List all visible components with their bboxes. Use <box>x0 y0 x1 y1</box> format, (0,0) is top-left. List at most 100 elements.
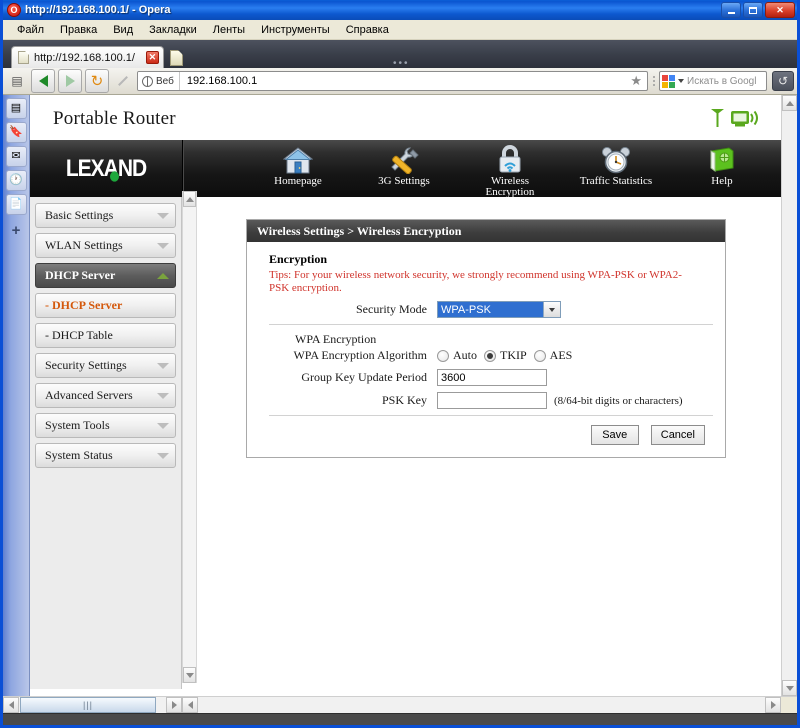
triangle-up-icon <box>185 196 194 202</box>
page-area: Portable Router LEXAND Homepage 3G Setti… <box>30 95 797 696</box>
panel-toggle-button[interactable]: ▤ <box>6 70 28 92</box>
page-reload-button[interactable]: ↺ <box>772 71 794 91</box>
sidebar-item-dhcp-table[interactable]: - DHCP Table <box>35 323 176 348</box>
menu-item-bookmarks[interactable]: Закладки <box>141 22 205 38</box>
radio-aes[interactable]: AES <box>533 348 572 363</box>
nav-item-traffic-statistics[interactable]: Traffic Statistics <box>579 145 653 187</box>
nav-label-traffic-statistics: Traffic Statistics <box>579 175 653 187</box>
sidebar-item-dhcp-server-group[interactable]: DHCP Server <box>35 263 176 288</box>
mail-icon[interactable]: ✉ <box>5 146 27 167</box>
brand-dot-icon <box>110 170 120 182</box>
nav-label-wireless-encryption: Wireless Encryption <box>485 175 535 198</box>
psk-key-input[interactable] <box>437 392 547 409</box>
sidebar-item-security-settings[interactable]: Security Settings <box>35 353 176 378</box>
opera-logo-icon: O <box>7 3 21 17</box>
sidebar-hscroll-right-button[interactable] <box>166 697 182 713</box>
minimize-icon <box>727 11 735 14</box>
security-mode-select[interactable]: WPA-PSK <box>437 301 561 318</box>
save-button[interactable]: Save <box>590 425 639 445</box>
sidebar-item-system-status[interactable]: System Status <box>35 443 176 468</box>
page-favicon-icon <box>18 51 29 64</box>
sidebar-label-advanced-servers: Advanced Servers <box>45 388 133 402</box>
menu-item-file[interactable]: Файл <box>9 22 52 38</box>
menu-item-feeds[interactable]: Ленты <box>205 22 253 38</box>
radio-auto[interactable]: Auto <box>437 348 477 363</box>
radio-tkip-icon[interactable] <box>484 349 496 362</box>
bookmark-star-icon[interactable]: ★ <box>630 73 647 89</box>
page-horizontal-scrollbar[interactable] <box>182 696 781 713</box>
router-status-icons <box>711 109 759 127</box>
triangle-down-icon <box>785 685 794 691</box>
search-input[interactable]: Искать в Googl <box>687 76 756 87</box>
sidebar-item-wlan-settings[interactable]: WLAN Settings <box>35 233 176 258</box>
close-button[interactable]: ✕ <box>765 2 795 18</box>
radio-auto-icon[interactable] <box>437 349 449 362</box>
encryption-form: Encryption Tips: For your wireless netwo… <box>247 242 725 457</box>
maximize-button[interactable] <box>743 2 763 18</box>
bookmarks-icon[interactable]: 🔖 <box>5 122 27 143</box>
page-viewport: Portable Router LEXAND Homepage 3G Setti… <box>30 95 781 696</box>
cancel-button[interactable]: Cancel <box>650 425 705 445</box>
page-scroll-up-button[interactable] <box>782 95 797 111</box>
notes-icon[interactable]: 📄 <box>5 194 27 215</box>
chevron-down-icon <box>157 422 169 429</box>
chevron-down-icon <box>157 242 169 249</box>
page-scroll-down-button[interactable] <box>782 680 797 696</box>
sidebar-hscroll-thumb[interactable]: ||| <box>20 697 156 713</box>
history-icon[interactable]: 🕐 <box>5 170 27 191</box>
psk-key-hint: (8/64-bit digits or characters) <box>554 394 683 407</box>
sidebar-hscroll-track[interactable]: ||| <box>19 697 166 713</box>
sidebar-item-dhcp-server[interactable]: - DHCP Server <box>35 293 176 318</box>
search-box[interactable]: Искать в Googl <box>659 71 767 91</box>
stop-button[interactable] <box>112 70 134 92</box>
sidebar-scroll-up-button[interactable] <box>183 191 196 207</box>
divider <box>269 324 713 325</box>
forward-button[interactable] <box>58 69 82 93</box>
tab-router-page[interactable]: http://192.168.100.1/ ✕ <box>11 46 164 68</box>
menu-item-tools[interactable]: Инструменты <box>253 22 338 38</box>
page-hscroll-track[interactable] <box>198 697 765 713</box>
add-panel-button[interactable]: + <box>12 222 21 239</box>
sidebar-item-basic-settings[interactable]: Basic Settings <box>35 203 176 228</box>
panels-icon[interactable]: ▤ <box>5 98 27 119</box>
security-mode-chevron-down-icon[interactable] <box>543 302 560 317</box>
group-key-update-period-input[interactable] <box>437 369 547 386</box>
sidebar-scrollbar[interactable] <box>182 191 197 683</box>
nav-item-3g-settings[interactable]: 3G Settings <box>367 145 441 187</box>
nav-item-help[interactable]: Help <box>685 145 759 187</box>
back-button[interactable] <box>31 69 55 93</box>
reload-button[interactable]: ↻ <box>85 69 109 93</box>
page-hscroll-left-button[interactable] <box>182 697 198 713</box>
triangle-right-icon <box>171 701 177 709</box>
horizontal-scrollbar-row: ||| <box>3 696 797 713</box>
new-tab-button[interactable] <box>166 46 188 68</box>
tools-icon <box>388 145 420 175</box>
page-hscroll-right-button[interactable] <box>765 697 781 713</box>
radio-aes-icon[interactable] <box>533 349 546 362</box>
address-bar[interactable]: Веб 192.168.100.1 ★ <box>137 71 648 91</box>
sidebar-scroll-down-button[interactable] <box>183 667 196 683</box>
encryption-panel: Wireless Settings > Wireless Encryption … <box>246 219 726 458</box>
url-text[interactable]: 192.168.100.1 <box>180 75 630 87</box>
toolbar-grip[interactable] <box>651 71 656 91</box>
label-wpa-encryption: WPA Encryption <box>295 332 377 346</box>
tab-close-icon[interactable]: ✕ <box>145 51 159 64</box>
antenna-signal-icon <box>711 109 724 127</box>
row-wpa-group: WPA Encryption <box>269 332 713 347</box>
search-engine-chevron-down-icon[interactable] <box>678 79 684 83</box>
sidebar-item-system-tools[interactable]: System Tools <box>35 413 176 438</box>
menu-item-help[interactable]: Справка <box>338 22 397 38</box>
nav-item-homepage[interactable]: Homepage <box>261 145 335 187</box>
opera-browser-window: O http://192.168.100.1/ - Opera ✕ Файл П… <box>0 0 800 728</box>
sidebar-horizontal-scrollbar[interactable]: ||| <box>3 696 182 713</box>
nav-item-wireless-encryption[interactable]: Wireless Encryption <box>473 145 547 198</box>
sidebar-hscroll-left-button[interactable] <box>3 697 19 713</box>
page-vertical-scrollbar[interactable] <box>781 95 797 696</box>
menu-item-view[interactable]: Вид <box>105 22 141 38</box>
minimize-button[interactable] <box>721 2 741 18</box>
scrollbar-corner <box>781 696 797 713</box>
router-banner: LEXAND Homepage 3G Settings Wireless Enc… <box>30 140 781 198</box>
radio-tkip[interactable]: TKIP <box>484 348 527 363</box>
menu-item-edit[interactable]: Правка <box>52 22 105 38</box>
sidebar-item-advanced-servers[interactable]: Advanced Servers <box>35 383 176 408</box>
